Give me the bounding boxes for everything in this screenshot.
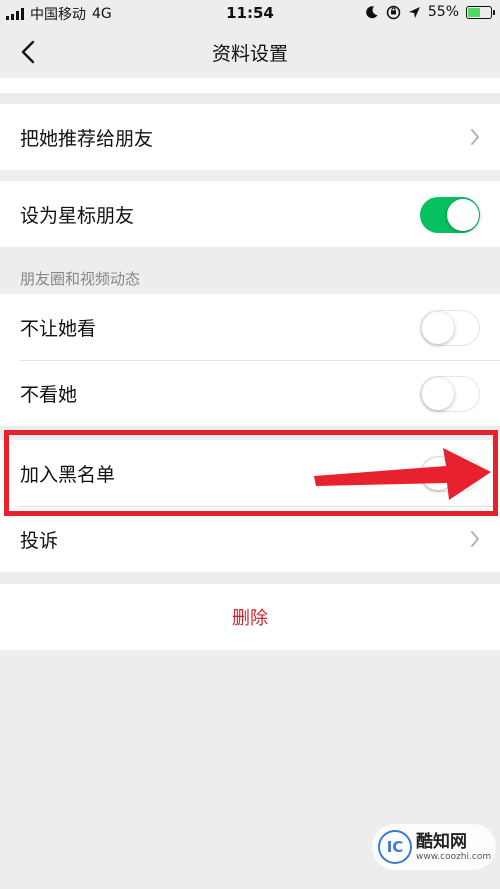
battery-icon — [466, 5, 495, 19]
watermark-name: 酷知网 — [416, 831, 467, 852]
report-label: 投诉 — [20, 529, 59, 552]
battery-percent: 55% — [427, 4, 459, 20]
watermark: IC 酷知网 www.coozhi.com — [372, 824, 496, 870]
orientation-lock-icon — [386, 5, 401, 19]
star-friend-row: 设为星标朋友 — [0, 181, 500, 247]
nav-bar: 资料设置 — [0, 26, 500, 78]
blacklist-toggle[interactable] — [420, 456, 480, 492]
toggle-knob — [421, 311, 454, 344]
chevron-left-icon[interactable] — [14, 36, 44, 68]
watermark-url: www.coozhi.com — [416, 851, 492, 862]
watermark-logo-icon: IC — [378, 830, 412, 864]
watermark-text: 酷知网 www.coozhi.com — [416, 831, 492, 862]
report-row[interactable]: 投诉 — [0, 506, 500, 572]
status-bar: 中国移动 4G 11:54 55% — [0, 0, 500, 26]
status-right: 55% — [365, 4, 495, 20]
toggle-knob — [421, 457, 454, 490]
hide-her-posts-label: 不看她 — [20, 383, 78, 406]
delete-button[interactable]: 删除 — [0, 584, 500, 650]
hide-my-posts-label: 不让她看 — [20, 317, 97, 340]
chevron-right-icon — [471, 531, 479, 547]
blacklist-row: 加入黑名单 — [0, 440, 500, 506]
star-friend-toggle[interactable] — [420, 197, 480, 233]
recommend-label: 把她推荐给朋友 — [20, 127, 154, 150]
recommend-to-friend-row[interactable]: 把她推荐给朋友 — [0, 104, 500, 170]
recommend-group: 把她推荐给朋友 — [0, 104, 500, 170]
hide-my-posts-toggle[interactable] — [420, 310, 480, 346]
moments-group: 不让她看 不看她 — [0, 294, 500, 426]
battery-fill — [468, 7, 481, 17]
delete-group: 删除 — [0, 584, 500, 650]
hide-my-posts-row: 不让她看 — [0, 294, 500, 360]
toggle-knob — [446, 198, 479, 231]
toggle-knob — [421, 377, 454, 410]
hide-her-posts-toggle[interactable] — [420, 376, 480, 412]
moments-section-header: 朋友圈和视频动态 — [20, 270, 141, 288]
star-friend-label: 设为星标朋友 — [20, 204, 135, 227]
blacklist-label: 加入黑名单 — [20, 463, 116, 486]
chevron-right-icon — [471, 129, 479, 145]
top-spacer-group — [0, 78, 500, 93]
moon-icon — [366, 6, 378, 19]
privacy-group: 加入黑名单 投诉 — [0, 440, 500, 572]
hide-her-posts-row: 不看她 — [0, 360, 500, 426]
page-title: 资料设置 — [211, 43, 288, 65]
location-icon — [408, 6, 420, 18]
star-group: 设为星标朋友 — [0, 181, 500, 247]
